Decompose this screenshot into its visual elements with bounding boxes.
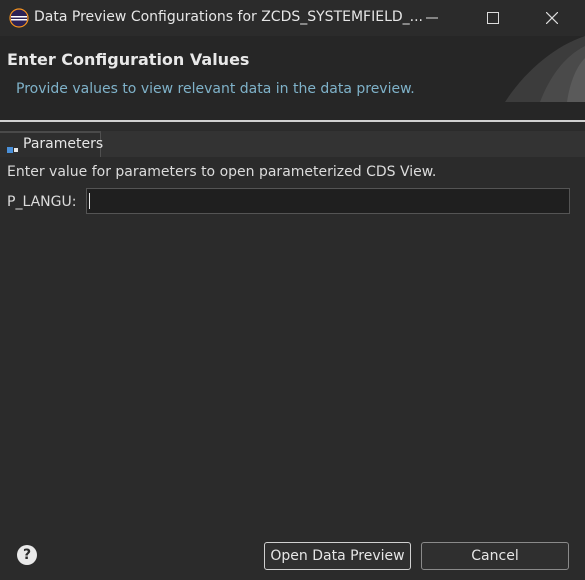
help-icon[interactable]: ? bbox=[17, 545, 37, 565]
page-description: Provide values to view relevant data in … bbox=[16, 81, 415, 97]
cancel-button[interactable]: Cancel bbox=[421, 542, 569, 570]
open-data-preview-button[interactable]: Open Data Preview bbox=[264, 542, 411, 570]
parameters-icon bbox=[7, 140, 19, 159]
p-langu-input[interactable] bbox=[86, 188, 570, 214]
tab-bar: Parameters bbox=[0, 131, 585, 157]
minimize-button[interactable] bbox=[409, 0, 455, 36]
close-button[interactable] bbox=[529, 0, 575, 36]
tab-parameters[interactable]: Parameters bbox=[0, 131, 104, 159]
page-title: Enter Configuration Values bbox=[7, 50, 250, 69]
p-langu-label: P_LANGU: bbox=[7, 194, 77, 210]
maximize-button[interactable] bbox=[470, 0, 516, 36]
header-divider bbox=[0, 120, 585, 122]
instruction-text: Enter value for parameters to open param… bbox=[7, 164, 437, 180]
eclipse-icon bbox=[9, 8, 29, 28]
dialog-header: Enter Configuration Values Provide value… bbox=[0, 36, 585, 120]
text-caret bbox=[89, 193, 90, 209]
close-icon bbox=[546, 12, 558, 24]
maximize-icon bbox=[487, 12, 499, 24]
window-title: Data Preview Configurations for ZCDS_SYS… bbox=[34, 9, 424, 25]
minimize-icon bbox=[426, 17, 438, 19]
tab-label: Parameters bbox=[23, 136, 104, 152]
eclipse-banner-graphic bbox=[505, 36, 585, 102]
title-bar: Data Preview Configurations for ZCDS_SYS… bbox=[0, 0, 585, 36]
